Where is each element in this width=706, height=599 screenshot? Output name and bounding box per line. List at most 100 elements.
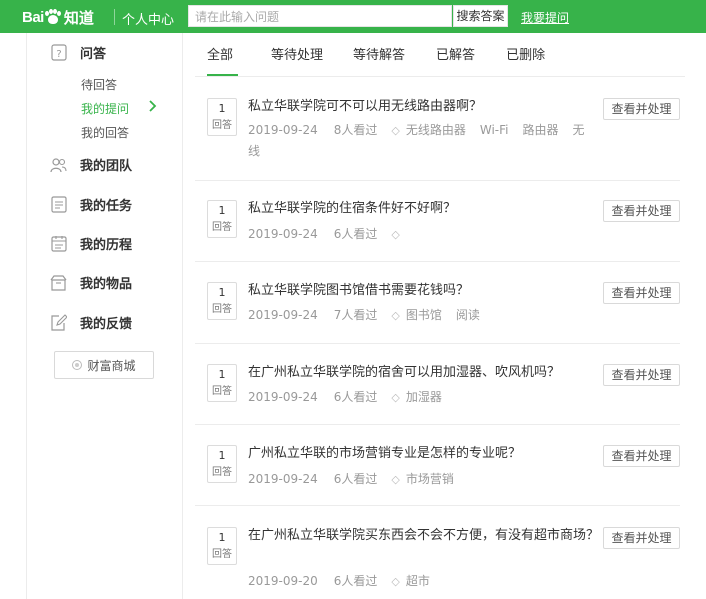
question-meta: 2019-09-24 6人看过 ◇ 市场营销 <box>248 469 608 490</box>
sidebar-tasks-label: 我的任务 <box>80 199 133 214</box>
sidebar-item-my-answers[interactable]: 我的回答 <box>81 124 129 141</box>
answer-count-badge: 1 回答 <box>207 98 237 136</box>
answer-unit: 回答 <box>212 120 232 131</box>
question-views: 6人看过 <box>333 472 378 486</box>
answer-count-badge: 1 回答 <box>207 364 237 402</box>
answer-count: 1 <box>218 102 226 115</box>
question-tag[interactable]: Wi-Fi <box>480 123 509 137</box>
row-divider <box>195 180 680 181</box>
row-divider <box>195 261 680 262</box>
question-tag[interactable]: 图书馆 <box>406 308 442 322</box>
row-divider <box>195 424 680 425</box>
logo-suffix: 知道 <box>63 8 94 27</box>
view-and-process-button[interactable]: 查看并处理 <box>603 527 680 549</box>
tag-icon: ◇ <box>391 473 400 486</box>
sidebar-item-feedback[interactable]: 我的反馈 <box>50 313 132 332</box>
answer-count: 1 <box>218 449 226 462</box>
task-icon <box>50 196 67 213</box>
answer-count: 1 <box>218 204 226 217</box>
view-and-process-button[interactable]: 查看并处理 <box>603 98 680 120</box>
answer-unit: 回答 <box>212 549 232 560</box>
sidebar-qa-header[interactable]: ? 问答 <box>50 43 106 62</box>
question-meta: 2019-09-24 8人看过 ◇ 无线路由器 Wi-Fi 路由器 无线 <box>248 120 608 161</box>
chevron-right-icon <box>149 100 157 116</box>
sidebar-item-my-questions[interactable]: 我的提问 <box>81 100 129 117</box>
answer-count-badge: 1 回答 <box>207 527 237 565</box>
question-tag[interactable]: 路由器 <box>523 123 559 137</box>
sidebar-item-pending-answer[interactable]: 待回答 <box>81 76 117 93</box>
tab-all[interactable]: 全部 <box>207 44 233 63</box>
question-title[interactable]: 私立华联学院可不可以用无线路由器啊？ <box>248 96 600 118</box>
sidebar-item-history[interactable]: 我的历程 <box>50 234 132 253</box>
sidebar-item-tasks[interactable]: 我的任务 <box>50 195 132 214</box>
ask-question-link[interactable]: 我要提问 <box>521 9 569 26</box>
sidebar-feedback-label: 我的反馈 <box>80 317 133 332</box>
row-divider <box>195 505 680 506</box>
sidebar-history-label: 我的历程 <box>80 238 133 253</box>
question-tag[interactable]: 市场营销 <box>406 472 454 486</box>
answer-count: 1 <box>218 531 226 544</box>
paw-icon <box>44 9 61 25</box>
answer-unit: 回答 <box>212 304 232 315</box>
tab-answered[interactable]: 已解答 <box>436 44 475 63</box>
sidebar-left-border <box>26 33 27 599</box>
question-date: 2019-09-24 <box>248 390 318 404</box>
tag-icon: ◇ <box>391 124 400 137</box>
question-title[interactable]: 私立华联学院图书馆借书需要花钱吗？ <box>248 280 600 302</box>
question-title[interactable]: 在广州私立华联学院的宿舍可以用加湿器、吹风机吗？ <box>248 362 600 384</box>
question-date: 2019-09-20 <box>248 574 318 588</box>
view-and-process-button[interactable]: 查看并处理 <box>603 445 680 467</box>
answer-unit: 回答 <box>212 467 232 478</box>
header-divider <box>114 9 115 25</box>
wealth-mall-label: 财富商城 <box>87 358 136 373</box>
top-bar: Bai 知道 个人中心 搜索答案 我要提问 <box>0 0 706 33</box>
tab-deleted[interactable]: 已删除 <box>506 44 545 63</box>
answer-count: 1 <box>218 286 226 299</box>
search-button[interactable]: 搜索答案 <box>453 5 508 27</box>
answer-count-badge: 1 回答 <box>207 445 237 483</box>
question-tag[interactable]: 加湿器 <box>406 390 442 404</box>
tag-icon: ◇ <box>391 309 400 322</box>
question-date: 2019-09-24 <box>248 472 318 486</box>
personal-center-link[interactable]: 个人中心 <box>122 9 174 28</box>
baidu-zhidao-logo[interactable]: Bai 知道 <box>22 7 94 27</box>
tag-icon: ◇ <box>391 575 400 588</box>
question-views: 6人看过 <box>333 227 378 241</box>
question-views: 8人看过 <box>333 123 378 137</box>
tabs-divider <box>195 76 685 77</box>
wealth-mall-button[interactable]: 财富商城 <box>54 351 154 379</box>
view-and-process-button[interactable]: 查看并处理 <box>603 364 680 386</box>
sidebar-item-items[interactable]: 我的物品 <box>50 273 132 292</box>
answer-count-badge: 1 回答 <box>207 282 237 320</box>
sidebar-qa-label: 问答 <box>80 47 107 62</box>
question-date: 2019-09-24 <box>248 227 318 241</box>
question-tag[interactable]: 无线路由器 <box>406 123 466 137</box>
sidebar-items-label: 我的物品 <box>80 277 133 292</box>
svg-text:?: ? <box>56 49 61 60</box>
question-tag[interactable]: 阅读 <box>456 308 480 322</box>
coin-icon <box>72 360 83 370</box>
question-views: 7人看过 <box>333 308 378 322</box>
view-and-process-button[interactable]: 查看并处理 <box>603 200 680 222</box>
question-meta: 2019-09-24 6人看过 ◇ 加湿器 <box>248 387 608 408</box>
answer-count: 1 <box>218 368 226 381</box>
view-and-process-button[interactable]: 查看并处理 <box>603 282 680 304</box>
items-icon <box>50 274 67 291</box>
question-tabs: 全部 等待处理 等待解答 已解答 已删除 <box>207 44 545 63</box>
sidebar-item-team[interactable]: 我的团队 <box>50 155 132 174</box>
answer-unit: 回答 <box>212 222 232 233</box>
row-divider <box>195 343 680 344</box>
tag-icon: ◇ <box>391 228 400 241</box>
answer-unit: 回答 <box>212 386 232 397</box>
sidebar-right-border <box>182 33 183 599</box>
tab-pending-process[interactable]: 等待处理 <box>271 44 323 63</box>
question-meta: 2019-09-24 7人看过 ◇ 图书馆 阅读 <box>248 305 608 326</box>
tab-pending-answer[interactable]: 等待解答 <box>353 44 405 63</box>
question-title[interactable]: 广州私立华联的市场营销专业是怎样的专业呢？ <box>248 443 600 465</box>
question-date: 2019-09-24 <box>248 308 318 322</box>
question-title[interactable]: 在广州私立华联学院买东西会不会不方便，有没有超市商场？ <box>248 525 600 547</box>
question-tag[interactable]: 超市 <box>406 574 430 588</box>
question-views: 6人看过 <box>333 574 378 588</box>
search-input[interactable] <box>189 7 451 27</box>
question-title[interactable]: 私立华联学院的住宿条件好不好啊？ <box>248 198 600 220</box>
